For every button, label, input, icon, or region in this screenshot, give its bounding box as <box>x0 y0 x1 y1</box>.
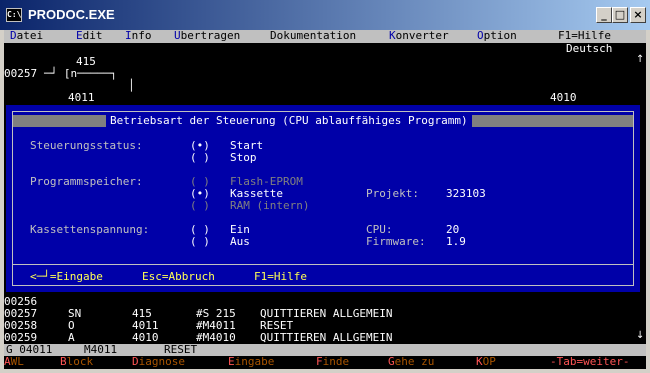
fkey-eingabe[interactable]: Eingabe <box>228 356 274 368</box>
language-label: Deutsch <box>566 42 613 55</box>
menu-konverter[interactable]: Konverter <box>389 30 449 42</box>
menu-bar: Datei Edit Info Übertragen Dokumentation… <box>4 30 646 43</box>
dialog-frame <box>12 111 634 286</box>
radio-ram-label: RAM (intern) <box>230 199 310 212</box>
window-title-bar: C:\ PRODOC.EXE _ □ × <box>0 0 650 30</box>
fkey-awl[interactable]: AWL <box>4 356 24 368</box>
enter-button[interactable]: <─┘=Eingabe <box>30 271 103 283</box>
menu-help[interactable]: F1=Hilfe <box>558 30 611 42</box>
radio-stop[interactable]: ( ) <box>190 152 210 164</box>
listing-row-comment: QUITTIEREN ALLGEMEIN <box>260 331 393 344</box>
menu-datei[interactable]: Datei <box>10 30 43 42</box>
operating-mode-dialog: Betriebsart der Steuerung (CPU ablauffäh… <box>6 105 640 292</box>
close-button[interactable]: × <box>630 7 646 23</box>
fkey-gehe-zu[interactable]: Gehe zu <box>388 356 434 368</box>
menu-edit[interactable]: Edit <box>76 30 103 42</box>
menu-uebertragen[interactable]: Übertragen <box>174 30 240 42</box>
menu-dokumentation[interactable]: Dokumentation <box>270 30 356 42</box>
console-icon: C:\ <box>6 8 22 22</box>
scroll-up-icon[interactable]: ↑ <box>636 54 644 65</box>
console-area: Datei Edit Info Übertragen Dokumentation… <box>4 30 646 369</box>
window-title: PRODOC.EXE <box>28 7 115 22</box>
cancel-button[interactable]: Esc=Abbruch <box>142 271 215 283</box>
menu-option[interactable]: Option <box>477 30 517 42</box>
radio-aus-label[interactable]: Aus <box>230 236 250 248</box>
radio-aus[interactable]: ( ) <box>190 236 210 248</box>
project-value: 323103 <box>446 187 486 200</box>
help-button[interactable]: F1=Hilfe <box>254 271 307 283</box>
memory-label: Programmspeicher: <box>30 175 143 188</box>
fkey-kop[interactable]: KOP <box>476 356 496 368</box>
listing-row-arg: 4010 <box>132 331 159 344</box>
scroll-down-icon[interactable]: ↓ <box>636 330 644 341</box>
status-label: Steuerungsstatus: <box>30 139 143 152</box>
fkey-finde[interactable]: Finde <box>316 356 349 368</box>
radio-stop-label[interactable]: Stop <box>230 152 257 164</box>
ladder-contact: ─┘ [n─────┐ <box>44 67 117 80</box>
menu-info[interactable]: Info <box>125 30 152 42</box>
radio-ram: ( ) <box>190 199 210 212</box>
fkey-tab-weiter[interactable]: -Tab=weiter- <box>550 356 629 368</box>
voltage-label: Kassettenspannung: <box>30 223 150 236</box>
firmware-label: Firmware: <box>366 235 426 248</box>
maximize-button[interactable]: □ <box>612 7 628 23</box>
firmware-value: 1.9 <box>446 235 466 248</box>
listing-row-sym: #M4010 <box>196 331 236 344</box>
fkey-block[interactable]: Block <box>60 356 93 368</box>
fkey-diagnose[interactable]: Diagnose <box>132 356 185 368</box>
minimize-button[interactable]: _ <box>596 7 612 23</box>
ladder-row-label: 00257 <box>4 67 38 80</box>
dialog-title: Betriebsart der Steuerung (CPU ablauffäh… <box>106 115 472 127</box>
function-key-bar: AWL Block Diagnose Eingabe Finde Gehe zu… <box>4 356 646 369</box>
listing-row-op: A <box>68 331 75 344</box>
ladder-address-bottom-right: 4010 <box>550 91 577 104</box>
ladder-address-bottom-left: 4011 <box>68 91 95 104</box>
project-label: Projekt: <box>366 187 419 200</box>
ladder-vline: │ <box>128 79 135 92</box>
dialog-separator <box>13 264 633 265</box>
